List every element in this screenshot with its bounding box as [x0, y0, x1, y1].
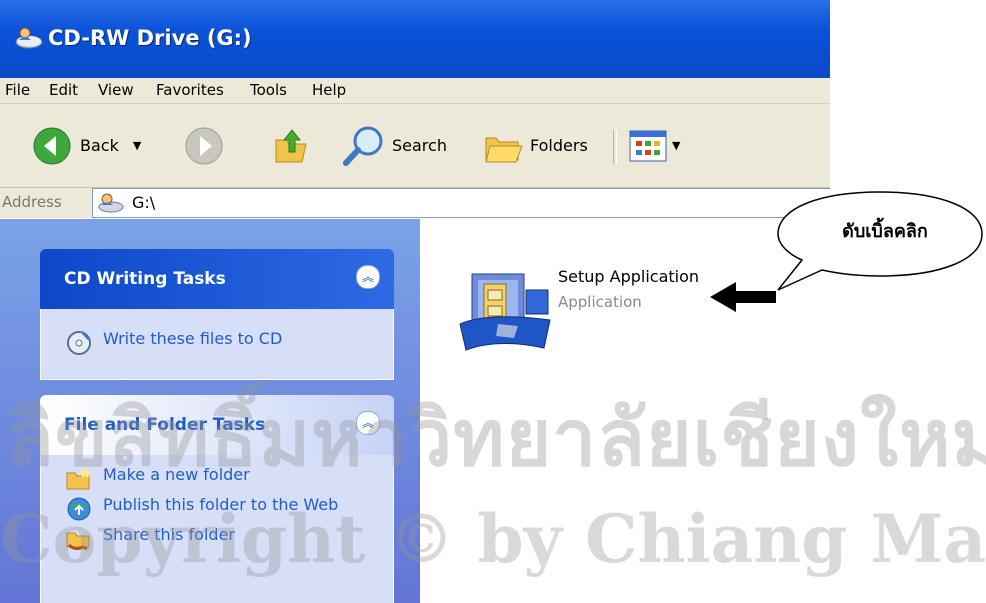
publish-web-icon	[67, 497, 91, 521]
menu-bar: File Edit View Favorites Tools Help	[0, 78, 830, 104]
address-label: Address	[2, 193, 62, 211]
menu-help[interactable]: Help	[312, 81, 346, 99]
share-folder-icon	[66, 532, 90, 551]
search-button[interactable]: Search	[342, 104, 447, 187]
task-write-files-to-cd[interactable]: Write these files to CD	[41, 329, 393, 357]
window-title: CD-RW Drive (G:)	[48, 26, 252, 50]
folders-button[interactable]: Folders	[484, 104, 588, 187]
menu-view[interactable]: View	[98, 81, 134, 99]
file-name: Setup Application	[558, 267, 700, 286]
cd-write-icon	[67, 331, 91, 355]
menu-favorites[interactable]: Favorites	[156, 81, 224, 99]
task-share-folder[interactable]: Share this folder	[41, 525, 393, 553]
search-icon	[343, 126, 383, 166]
dropdown-arrow-icon: ▼	[672, 139, 681, 152]
address-input[interactable]: G:\	[92, 188, 830, 218]
file-type: Application	[558, 293, 642, 311]
dropdown-arrow-icon[interactable]: ▼	[133, 139, 141, 152]
file-folder-tasks-group: File and Folder Tasks ︽ Make a new folde…	[40, 395, 394, 603]
cd-writing-tasks-body: Write these files to CD	[40, 309, 394, 380]
menu-tools[interactable]: Tools	[250, 81, 287, 99]
views-icon	[629, 130, 667, 161]
menu-file[interactable]: File	[5, 81, 30, 99]
folders-icon	[485, 137, 523, 162]
cd-drive-icon	[15, 27, 43, 49]
back-arrow-icon	[33, 127, 71, 164]
up-folder-button[interactable]	[272, 104, 312, 187]
toolbar: Back ▼ Search Folders ▼	[0, 104, 830, 188]
task-publish-folder-to-web[interactable]: Publish this folder to the Web	[41, 495, 365, 523]
task-pane: CD Writing Tasks ︽ Write these files to …	[0, 219, 420, 603]
callout-text: ดับเบิ้ลคลิก	[842, 221, 928, 242]
task-label: Share this folder	[103, 525, 235, 544]
task-label: Publish this folder to the Web	[103, 495, 339, 514]
cd-writing-tasks-group: CD Writing Tasks ︽ Write these files to …	[40, 249, 394, 380]
forward-arrow-icon	[185, 127, 223, 164]
folder-up-icon	[275, 128, 307, 162]
search-label: Search	[392, 136, 447, 155]
collapse-chevron-icon[interactable]: ︽	[356, 411, 380, 435]
setup-file-item[interactable]	[458, 264, 552, 358]
file-folder-tasks-body: Make a new folder Publish this folder to…	[40, 455, 394, 603]
collapse-chevron-icon[interactable]: ︽	[356, 265, 380, 289]
cd-writing-tasks-title: CD Writing Tasks	[64, 269, 226, 289]
new-folder-icon	[66, 467, 91, 490]
folders-label: Folders	[530, 136, 588, 155]
menu-edit[interactable]: Edit	[49, 81, 78, 99]
address-bar: Address G:\	[0, 188, 830, 218]
back-label: Back	[80, 136, 119, 155]
file-folder-tasks-header[interactable]: File and Folder Tasks ︽	[40, 395, 394, 455]
file-folder-tasks-title: File and Folder Tasks	[64, 415, 266, 435]
cd-writing-tasks-header[interactable]: CD Writing Tasks ︽	[40, 249, 394, 309]
title-bar[interactable]: CD-RW Drive (G:)	[0, 0, 830, 78]
toolbar-separator	[613, 130, 617, 164]
task-make-new-folder[interactable]: Make a new folder	[41, 465, 393, 493]
forward-button[interactable]	[184, 104, 224, 187]
address-value: G:\	[132, 193, 156, 212]
task-label: Make a new folder	[103, 465, 250, 484]
cd-drive-icon	[98, 193, 124, 213]
back-button[interactable]: Back ▼	[32, 104, 141, 187]
left-arrow-icon	[710, 282, 776, 312]
explorer-window: CD-RW Drive (G:) File Edit View Favorite…	[0, 0, 830, 603]
task-label: Write these files to CD	[103, 329, 283, 348]
setup-installer-icon	[459, 273, 551, 351]
views-button[interactable]: ▼	[628, 104, 680, 187]
file-list-area[interactable]: Setup Application Application	[420, 219, 830, 603]
